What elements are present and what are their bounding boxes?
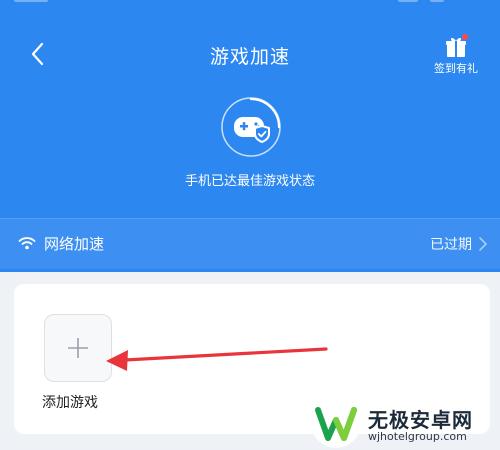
red-arrow-annotation bbox=[106, 347, 328, 371]
watermark-logo-icon bbox=[311, 398, 361, 448]
watermark: 无极安卓网 wjhotelgroup.com bbox=[306, 394, 500, 450]
watermark-title: 无极安卓网 bbox=[368, 408, 473, 432]
watermark-url: wjhotelgroup.com bbox=[368, 430, 467, 443]
